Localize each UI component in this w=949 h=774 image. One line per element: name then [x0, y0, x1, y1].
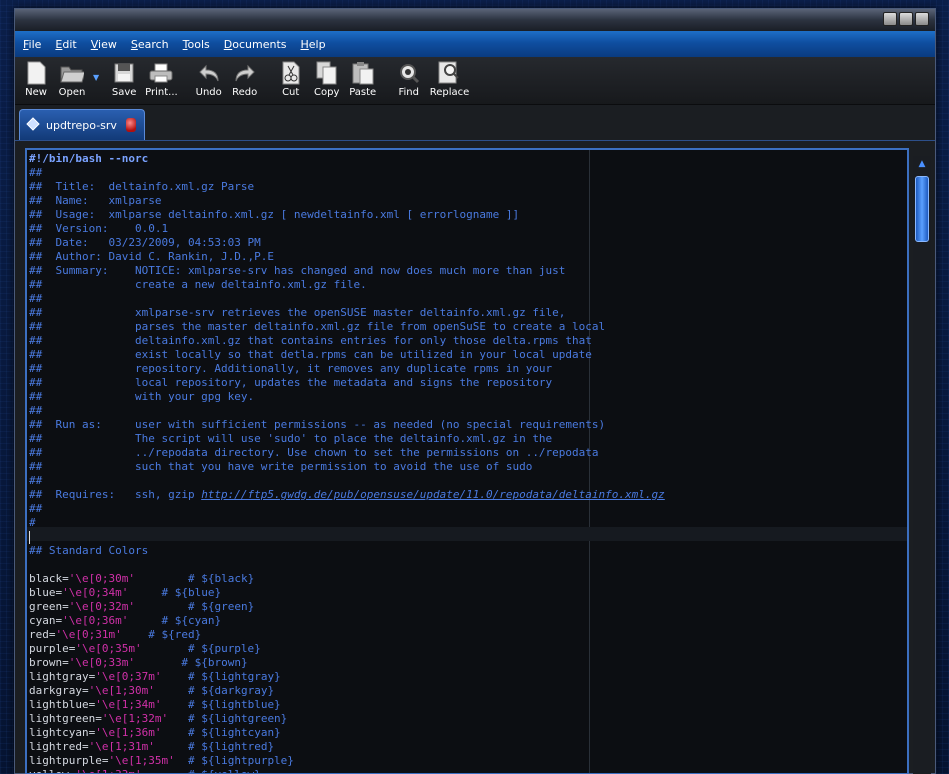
close-tab-icon[interactable] [126, 118, 136, 132]
magnifier-icon [397, 61, 421, 85]
open-button[interactable]: Open [57, 61, 87, 98]
find-replace-icon [437, 61, 461, 85]
code-line: ## deltainfo.xml.gz that contains entrie… [29, 334, 592, 347]
menu-file[interactable]: File [23, 38, 41, 51]
cut-button[interactable]: Cut [276, 61, 306, 98]
scrollbar-thumb[interactable] [915, 176, 929, 242]
maximize-button[interactable] [899, 12, 913, 26]
code-line: lightcyan='\e[1;36m' # ${lightcyan} [29, 726, 281, 739]
code-line: ## Requires: ssh, gzip http://ftp5.gwdg.… [29, 488, 665, 501]
code-line: darkgray='\e[1;30m' # ${darkgray} [29, 684, 275, 697]
save-button[interactable]: Save [109, 61, 139, 98]
floppy-disk-icon [112, 61, 136, 85]
new-button[interactable]: New [21, 61, 51, 98]
code-line: lightgreen='\e[1;32m' # ${lightgreen} [29, 712, 288, 725]
menu-search[interactable]: Search [131, 38, 169, 51]
code-line: ## Name: xmlparse [29, 194, 162, 207]
minimize-button[interactable] [883, 12, 897, 26]
code-line: ## Summary: NOTICE: xmlparse-srv has cha… [29, 264, 566, 277]
menu-tools[interactable]: Tools [183, 38, 210, 51]
new-document-icon [24, 61, 48, 85]
code-line: brown='\e[0;33m' # ${brown} [29, 656, 248, 669]
copy-icon [315, 61, 339, 85]
code-line: ## xmlparse-srv retrieves the openSUSE m… [29, 306, 566, 319]
code-line: ## with your gpg key. [29, 390, 255, 403]
code-line: ## exist locally so that detla.rpms can … [29, 348, 592, 361]
paste-button[interactable]: Paste [348, 61, 378, 98]
find-button[interactable]: Find [394, 61, 424, 98]
code-line: ## Run as: user with sufficient permissi… [29, 418, 606, 431]
vertical-scrollbar[interactable]: ▲ [913, 156, 931, 774]
code-line: ## Standard Colors [29, 544, 149, 557]
menu-edit[interactable]: Edit [55, 38, 76, 51]
code-line [27, 530, 907, 544]
folder-open-icon [60, 61, 84, 85]
document-icon [26, 116, 40, 135]
redo-button[interactable]: Redo [230, 61, 260, 98]
code-line: ## ../repodata directory. Use chown to s… [29, 446, 599, 459]
code-line: ## [29, 404, 43, 417]
deltainfo-url-link[interactable]: http://ftp5.gwdg.de/pub/opensuse/update/… [201, 488, 665, 501]
menu-view[interactable]: View [91, 38, 117, 51]
code-line: ## parses the master deltainfo.xml.gz fi… [29, 320, 606, 333]
replace-button[interactable]: Replace [430, 61, 469, 98]
code-line: # [29, 516, 36, 529]
code-line: ## Title: deltainfo.xml.gz Parse [29, 180, 255, 193]
text-editor[interactable]: #!/bin/bash --norc ## ## Title: deltainfo.… [25, 148, 909, 774]
code-line: yellow='\e[1;33m' # ${yellow} [27, 768, 907, 773]
close-button[interactable] [915, 12, 929, 26]
code-line: ## Version: 0.0.1 [29, 222, 169, 235]
undo-button[interactable]: Undo [194, 61, 224, 98]
open-recent-dropdown-icon[interactable]: ▼ [93, 73, 99, 82]
code-line: green='\e[0;32m' # ${green} [29, 600, 255, 613]
code-line: cyan='\e[0;36m' # ${cyan} [29, 614, 222, 627]
code-line: purple='\e[0;35m' # ${purple} [29, 642, 261, 655]
scissors-icon [279, 61, 303, 85]
tab-updtrepo-srv[interactable]: updtrepo-srv [19, 109, 145, 140]
printer-icon [149, 61, 173, 85]
undo-icon [197, 61, 221, 85]
code-line: red='\e[0;31m' # ${red} [29, 628, 202, 641]
code-line: lightpurple='\e[1;35m' # ${lightpurple} [29, 754, 294, 767]
clipboard-icon [351, 61, 375, 85]
code-line: lightgray='\e[0;37m' # ${lightgray} [29, 670, 281, 683]
copy-button[interactable]: Copy [312, 61, 342, 98]
code-line: black='\e[0;30m' # ${black} [29, 572, 255, 585]
text-cursor [29, 530, 30, 544]
code-line: #!/bin/bash --norc [29, 152, 149, 165]
code-line: ## Date: 03/23/2009, 04:53:03 PM [29, 236, 261, 249]
editor-window: File Edit View Search Tools Documents Help New… [14, 8, 936, 774]
code-line: ## [29, 474, 43, 487]
code-line: lightred='\e[1;31m' # ${lightred} [29, 740, 275, 753]
code-line: lightblue='\e[1;34m' # ${lightblue} [29, 698, 281, 711]
document-tabbar: updtrepo-srv [15, 105, 935, 141]
menu-help[interactable]: Help [301, 38, 326, 51]
code-line: ## Author: David C. Rankin, J.D.,P.E [29, 250, 275, 263]
code-line: ## local repository, updates the metadat… [29, 376, 553, 389]
scroll-up-icon[interactable]: ▲ [913, 156, 931, 172]
code-line: ## create a new deltainfo.xml.gz file. [29, 278, 367, 291]
title-bar[interactable] [15, 9, 935, 31]
toolbar: New Open ▼ Save Print... Undo Redo Cut C… [15, 57, 935, 105]
code-line: ## repository. Additionally, it removes … [29, 362, 553, 375]
redo-icon [233, 61, 257, 85]
code-line: ## [29, 502, 43, 515]
code-line: ## [29, 166, 43, 179]
code-line: ## The script will use 'sudo' to place t… [29, 432, 553, 445]
code-line: ## Usage: xmlparse deltainfo.xml.gz [ ne… [29, 208, 520, 221]
code-line: blue='\e[0;34m' # ${blue} [29, 586, 222, 599]
code-line: ## [29, 292, 43, 305]
menu-documents[interactable]: Documents [224, 38, 287, 51]
print-button[interactable]: Print... [145, 61, 178, 98]
menu-bar: File Edit View Search Tools Documents Help [15, 31, 935, 57]
code-line: ## such that you have write permission t… [29, 460, 533, 473]
